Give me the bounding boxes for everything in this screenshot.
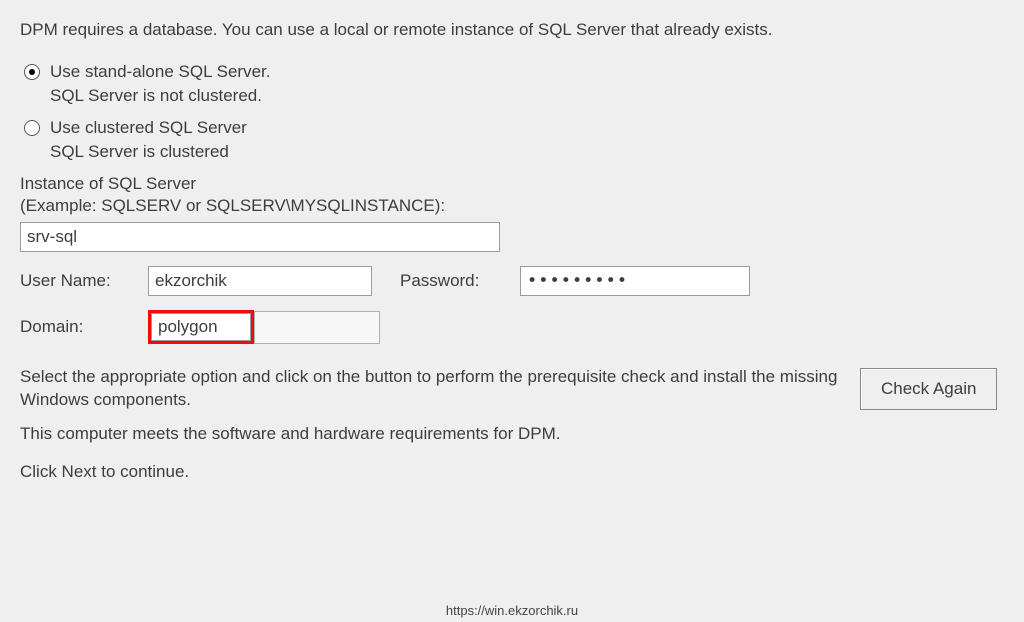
domain-input[interactable] xyxy=(151,313,251,341)
instance-example: (Example: SQLSERV or SQLSERV\MYSQLINSTAN… xyxy=(20,196,1004,216)
radio-standalone-row[interactable]: Use stand-alone SQL Server. xyxy=(24,62,1004,82)
domain-extra-box xyxy=(254,311,380,344)
check-again-button[interactable]: Check Again xyxy=(860,368,997,410)
prereq-text: Select the appropriate option and click … xyxy=(20,366,840,412)
intro-text: DPM requires a database. You can use a l… xyxy=(20,20,1004,40)
password-input[interactable] xyxy=(520,266,750,296)
radio-standalone[interactable] xyxy=(24,64,40,80)
domain-label: Domain: xyxy=(20,317,148,337)
radio-standalone-sub: SQL Server is not clustered. xyxy=(50,86,1004,106)
password-label: Password: xyxy=(400,271,520,291)
username-input[interactable] xyxy=(148,266,372,296)
radio-clustered[interactable] xyxy=(24,120,40,136)
domain-highlight xyxy=(148,310,254,344)
requirements-met-text: This computer meets the software and har… xyxy=(20,424,1004,444)
continue-text: Click Next to continue. xyxy=(20,462,1004,482)
instance-input[interactable] xyxy=(20,222,500,252)
radio-clustered-sub: SQL Server is clustered xyxy=(50,142,1004,162)
footer-url: https://win.ekzorchik.ru xyxy=(0,603,1024,618)
radio-clustered-row[interactable]: Use clustered SQL Server xyxy=(24,118,1004,138)
username-label: User Name: xyxy=(20,271,148,291)
instance-label: Instance of SQL Server xyxy=(20,174,1004,194)
radio-clustered-label: Use clustered SQL Server xyxy=(50,118,247,138)
radio-standalone-label: Use stand-alone SQL Server. xyxy=(50,62,271,82)
